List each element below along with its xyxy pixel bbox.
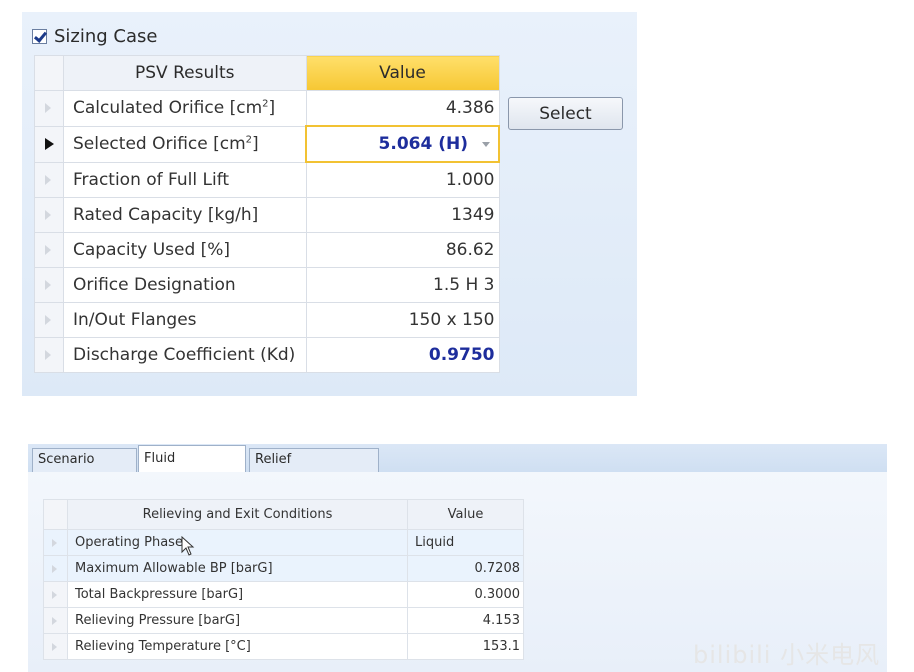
sizing-case-option[interactable]: Sizing Case — [32, 26, 157, 47]
row-selector[interactable] — [34, 197, 64, 233]
conditions-column-header[interactable]: Relieving and Exit Conditions — [67, 499, 408, 530]
conditions-value-header[interactable]: Value — [407, 499, 524, 530]
psv-results-header: PSV Results Value — [34, 55, 500, 91]
row-selector[interactable] — [43, 607, 68, 634]
rated-capacity-value: 1349 — [305, 197, 500, 233]
row-selector[interactable] — [43, 633, 68, 660]
tab-fluid-properties[interactable]: Fluid Properties — [138, 445, 246, 492]
rated-capacity-label: Rated Capacity [kg/h] — [63, 197, 307, 233]
psv-results-grid: PSV Results Value Calculated Orifice [cm… — [34, 55, 500, 373]
orifice-designation-label: Orifice Designation — [63, 267, 307, 303]
row-selector[interactable] — [34, 161, 64, 198]
table-row[interactable]: Calculated Orifice [cm2] 4.386 — [34, 90, 500, 127]
tab-scenario-setup[interactable]: Scenario Setup — [32, 448, 137, 489]
current-row-arrow-icon — [45, 138, 54, 150]
row-indicator-header — [34, 55, 64, 91]
tab-relief-composition[interactable]: Relief Composition — [249, 448, 379, 489]
watermark: bilibili 小米电风 — [693, 641, 881, 669]
psv-results-column-header[interactable]: PSV Results — [63, 55, 307, 91]
value-column-header[interactable]: Value — [305, 55, 500, 91]
mouse-cursor-icon — [181, 536, 195, 556]
chevron-down-icon[interactable] — [482, 141, 490, 147]
relieving-temperature-value: 153.1 — [407, 633, 524, 660]
row-selector[interactable] — [34, 90, 64, 127]
selected-orifice-dropdown[interactable]: 5.064 (H) — [305, 125, 500, 163]
table-row[interactable]: Total Backpressure [barG] 0.3000 — [43, 581, 524, 608]
row-selector[interactable] — [34, 232, 64, 268]
fraction-of-full-lift-label: Fraction of Full Lift — [63, 161, 307, 198]
calculated-orifice-label: Calculated Orifice [cm2] — [63, 90, 307, 127]
in-out-flanges-value: 150 x 150 — [305, 302, 500, 338]
row-selector[interactable] — [43, 555, 68, 582]
capacity-used-label: Capacity Used [%] — [63, 232, 307, 268]
table-row[interactable]: Discharge Coefficient (Kd) 0.9750 — [34, 337, 500, 373]
row-selector[interactable] — [34, 302, 64, 338]
sizing-case-label: Sizing Case — [54, 26, 158, 47]
in-out-flanges-label: In/Out Flanges — [63, 302, 307, 338]
fraction-of-full-lift-value: 1.000 — [305, 161, 500, 198]
selected-orifice-label: Selected Orifice [cm2] — [63, 125, 307, 163]
table-row[interactable]: In/Out Flanges 150 x 150 — [34, 302, 500, 338]
max-allowable-bp-value: 0.7208 — [407, 555, 524, 582]
table-row[interactable]: Relieving Temperature [°C] 153.1 — [43, 633, 524, 660]
tab-bar: Scenario Setup Fluid Properties Relief C… — [28, 444, 887, 492]
total-backpressure-label: Total Backpressure [barG] — [67, 581, 408, 608]
orifice-designation-value: 1.5 H 3 — [305, 267, 500, 303]
operating-phase-value[interactable]: Liquid — [407, 529, 524, 556]
sizing-case-checkbox[interactable] — [32, 29, 47, 44]
table-row[interactable]: Fraction of Full Lift 1.000 — [34, 161, 500, 198]
discharge-coefficient-label: Discharge Coefficient (Kd) — [63, 337, 307, 373]
relieving-temperature-label: Relieving Temperature [°C] — [67, 633, 408, 660]
row-selector[interactable] — [43, 581, 68, 608]
conditions-header: Relieving and Exit Conditions Value — [43, 499, 524, 530]
table-row[interactable]: Selected Orifice [cm2] 5.064 (H) — [34, 125, 500, 163]
max-allowable-bp-label: Maximum Allowable BP [barG] — [67, 555, 408, 582]
table-row[interactable]: Maximum Allowable BP [barG] 0.7208 — [43, 555, 524, 582]
psv-results-panel: Sizing Case PSV Results Value Calculated… — [22, 12, 637, 396]
discharge-coefficient-value: 0.9750 — [305, 337, 500, 373]
row-selector[interactable] — [43, 529, 68, 556]
calculated-orifice-value: 4.386 — [305, 90, 500, 127]
table-row[interactable]: Rated Capacity [kg/h] 1349 — [34, 197, 500, 233]
total-backpressure-value: 0.3000 — [407, 581, 524, 608]
table-row[interactable]: Capacity Used [%] 86.62 — [34, 232, 500, 268]
row-indicator-header — [43, 499, 68, 530]
relieving-conditions-grid: Relieving and Exit Conditions Value Oper… — [43, 499, 524, 660]
table-row[interactable]: Relieving Pressure [barG] 4.153 — [43, 607, 524, 634]
capacity-used-value: 86.62 — [305, 232, 500, 268]
select-button[interactable]: Select — [508, 97, 623, 130]
selected-orifice-value: 5.064 (H) — [378, 134, 468, 154]
table-row[interactable]: Orifice Designation 1.5 H 3 — [34, 267, 500, 303]
table-row[interactable]: Operating Phase Liquid — [43, 529, 524, 556]
row-selector-current[interactable] — [34, 125, 64, 163]
row-selector[interactable] — [34, 337, 64, 373]
relieving-pressure-label: Relieving Pressure [barG] — [67, 607, 408, 634]
row-selector[interactable] — [34, 267, 64, 303]
relieving-pressure-value: 4.153 — [407, 607, 524, 634]
operating-phase-label: Operating Phase — [67, 529, 408, 556]
